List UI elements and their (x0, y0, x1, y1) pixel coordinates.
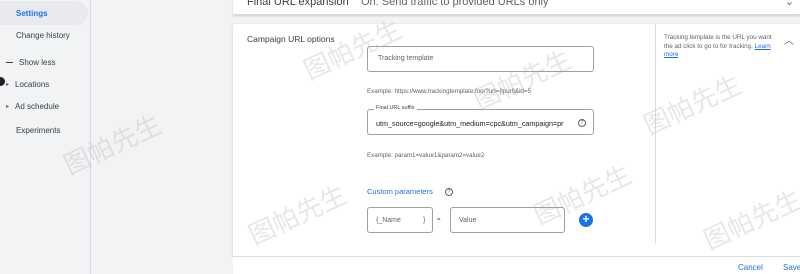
custom-parameters-title: Custom parameters (367, 187, 433, 196)
nav-item-experiments[interactable]: Experiments (0, 118, 88, 142)
section-label: Final URL expansion (247, 0, 349, 8)
nav-item-label: Ad schedule (15, 101, 60, 111)
param-value-placeholder: Value (459, 217, 477, 224)
nav-item-label: Settings (16, 8, 48, 18)
section-value: On: Send traffic to provided URLs only (361, 0, 549, 8)
nav-item-label: Change history (16, 30, 70, 40)
left-nav: Settings Change history Show less ▸ Loca… (0, 0, 90, 274)
form-footer: Cancel Save (233, 256, 800, 274)
question-circle-icon[interactable]: ? (578, 119, 586, 127)
caret-right-icon: ▸ (6, 103, 10, 110)
tracking-template-placeholder: Tracking template (378, 55, 434, 62)
cancel-button[interactable]: Cancel (738, 263, 763, 272)
caret-right-icon: ▸ (6, 81, 10, 88)
add-parameter-button[interactable]: + (579, 213, 593, 227)
nav-item-locations[interactable]: ▸ Locations (0, 72, 88, 96)
nav-item-label: Locations (15, 79, 50, 89)
custom-param-name-input[interactable]: {_Name } (367, 207, 433, 233)
final-url-expansion-row[interactable]: Final URL expansion On: Send traffic to … (233, 0, 800, 15)
nav-item-label: Show less (19, 57, 56, 67)
final-url-suffix-value: utm_source=google&utm_medium=cpc&utm_cam… (376, 119, 564, 128)
suffix-example-text: Example: param1=value1&param2=value2 (367, 152, 485, 159)
equals-sign: = (437, 217, 441, 223)
help-panel: Tracking template is the URL you want th… (664, 34, 774, 60)
param-name-placeholder: {_Name (376, 217, 401, 224)
plus-icon: + (582, 212, 590, 226)
collapse-dash-icon (6, 61, 13, 63)
nav-item-ad-schedule[interactable]: ▸ Ad schedule (0, 94, 88, 118)
param-name-brace: } (423, 217, 426, 224)
chevron-down-icon[interactable]: ⌄ (785, 0, 794, 8)
save-button[interactable]: Save (783, 263, 800, 272)
final-url-suffix-label: Final URL suffix (374, 105, 417, 111)
nav-item-change-history[interactable]: Change history (0, 23, 88, 47)
nav-item-label: Experiments (16, 125, 61, 135)
nav-item-settings[interactable]: Settings (0, 1, 88, 25)
nav-item-show-less[interactable]: Show less (0, 50, 88, 74)
chevron-up-icon[interactable]: ︿ (784, 32, 794, 47)
question-circle-icon[interactable]: ? (445, 188, 453, 196)
